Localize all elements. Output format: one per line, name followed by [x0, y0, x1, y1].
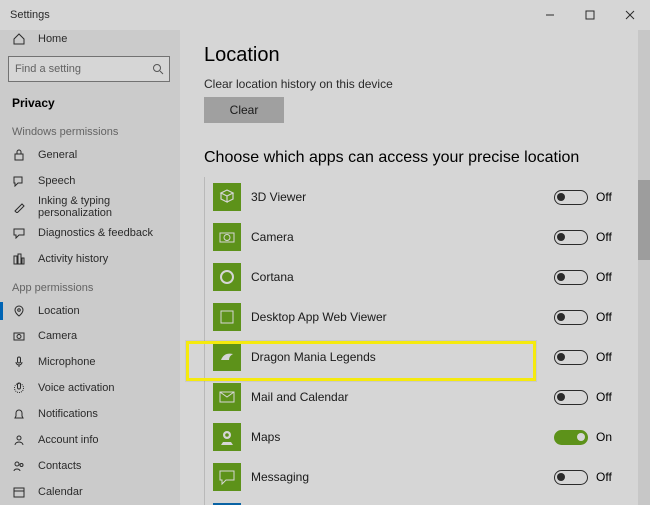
app-row-messenger: MessengerOff — [213, 497, 622, 505]
sidebar-subheading-windows: Windows permissions — [0, 116, 178, 142]
toggle-switch[interactable] — [554, 390, 588, 405]
window-title: Settings — [10, 9, 530, 21]
sidebar-item-inking[interactable]: Inking & typing personalization — [0, 194, 178, 220]
sidebar-item-location[interactable]: Location — [0, 298, 178, 324]
mail-icon — [213, 383, 241, 411]
sidebar-item-label: Speech — [38, 175, 75, 187]
location-icon — [12, 304, 26, 318]
section-heading-apps: Choose which apps can access your precis… — [204, 149, 622, 167]
sidebar-item-voice[interactable]: Voice activation — [0, 375, 178, 401]
cube-icon — [213, 183, 241, 211]
sidebar-category: Privacy — [0, 88, 178, 116]
toggle-switch[interactable] — [554, 230, 588, 245]
app-label: Messaging — [251, 470, 544, 484]
app-row-3d-viewer: 3D Viewer Off — [213, 177, 622, 217]
toggle-label: Off — [596, 190, 616, 204]
sidebar-item-label: Microphone — [38, 356, 95, 368]
sidebar-item-label: Calendar — [38, 486, 83, 498]
app-row-cortana: Cortana Off — [213, 257, 622, 297]
app-label: Desktop App Web Viewer — [251, 310, 544, 324]
toggle-label: Off — [596, 350, 616, 364]
voice-icon — [12, 381, 26, 395]
feedback-icon — [12, 226, 26, 240]
chat-icon — [213, 463, 241, 491]
app-row-maps: Maps On — [213, 417, 622, 457]
toggle-label: Off — [596, 230, 616, 244]
camera-icon — [12, 329, 26, 343]
toggle-label: On — [596, 430, 616, 444]
sidebar-item-label: Home — [38, 33, 67, 45]
search-input[interactable] — [8, 56, 170, 82]
sidebar-subheading-app: App permissions — [0, 272, 178, 298]
toggle-switch[interactable] — [554, 350, 588, 365]
app-label: Mail and Calendar — [251, 390, 544, 404]
toggle-label: Off — [596, 390, 616, 404]
app-label: 3D Viewer — [251, 190, 544, 204]
close-button[interactable] — [610, 0, 650, 30]
dragon-icon — [213, 343, 241, 371]
sidebar-item-label: Location — [38, 305, 80, 317]
sidebar-item-label: Diagnostics & feedback — [38, 227, 153, 239]
maps-icon — [213, 423, 241, 451]
sidebar-item-general[interactable]: General — [0, 142, 178, 168]
app-row-mail-and-calendar: Mail and Calendar Off — [213, 377, 622, 417]
sidebar-item-label: Inking & typing personalization — [38, 195, 170, 219]
speech-icon — [12, 174, 26, 188]
sidebar-item-calendar[interactable]: Calendar — [0, 479, 178, 505]
contacts-icon — [12, 459, 26, 473]
toggle-switch[interactable] — [554, 270, 588, 285]
app-row-desktop-app-web-viewer: Desktop App Web Viewer Off — [213, 297, 622, 337]
ring-icon — [213, 263, 241, 291]
sidebar-item-diagnostics[interactable]: Diagnostics & feedback — [0, 220, 178, 246]
sidebar-item-home[interactable]: Home — [0, 30, 178, 52]
clear-history-text: Clear location history on this device — [204, 77, 622, 91]
sidebar-item-label: Voice activation — [38, 382, 114, 394]
account-icon — [12, 433, 26, 447]
app-label: Maps — [251, 430, 544, 444]
toggle-switch[interactable] — [554, 470, 588, 485]
sidebar-item-account[interactable]: Account info — [0, 427, 178, 453]
minimize-button[interactable] — [530, 0, 570, 30]
sidebar-item-label: Camera — [38, 330, 77, 342]
sidebar-item-label: Contacts — [38, 460, 81, 472]
app-label: Camera — [251, 230, 544, 244]
toggle-switch[interactable] — [554, 430, 588, 445]
home-icon — [12, 32, 26, 46]
sidebar-item-notifications[interactable]: Notifications — [0, 401, 178, 427]
app-label: Cortana — [251, 270, 544, 284]
microphone-icon — [12, 355, 26, 369]
pen-icon — [12, 200, 26, 214]
app-label: Dragon Mania Legends — [251, 350, 544, 364]
history-icon — [12, 252, 26, 266]
camera-icon — [213, 223, 241, 251]
sidebar-item-activity[interactable]: Activity history — [0, 246, 178, 272]
app-row-messaging: Messaging Off — [213, 457, 622, 497]
sidebar-item-microphone[interactable]: Microphone — [0, 349, 178, 375]
app-row-dragon-mania-legends: Dragon Mania Legends Off — [213, 337, 622, 377]
maximize-button[interactable] — [570, 0, 610, 30]
calendar-icon — [12, 485, 26, 499]
toggle-switch[interactable] — [554, 310, 588, 325]
sidebar-item-camera[interactable]: Camera — [0, 324, 178, 350]
sidebar-item-label: General — [38, 149, 77, 161]
toggle-switch[interactable] — [554, 190, 588, 205]
sidebar-item-speech[interactable]: Speech — [0, 168, 178, 194]
toggle-label: Off — [596, 270, 616, 284]
lock-icon — [12, 148, 26, 162]
sidebar-item-label: Activity history — [38, 253, 108, 265]
page-title: Location — [204, 44, 622, 67]
search-icon — [152, 63, 164, 75]
toggle-label: Off — [596, 310, 616, 324]
sidebar-item-contacts[interactable]: Contacts — [0, 453, 178, 479]
app-row-camera: Camera Off — [213, 217, 622, 257]
bell-icon — [12, 407, 26, 421]
clear-button[interactable]: Clear — [204, 97, 284, 123]
sidebar-item-label: Account info — [38, 434, 99, 446]
box-icon — [213, 303, 241, 331]
toggle-label: Off — [596, 470, 616, 484]
sidebar-item-label: Notifications — [38, 408, 98, 420]
